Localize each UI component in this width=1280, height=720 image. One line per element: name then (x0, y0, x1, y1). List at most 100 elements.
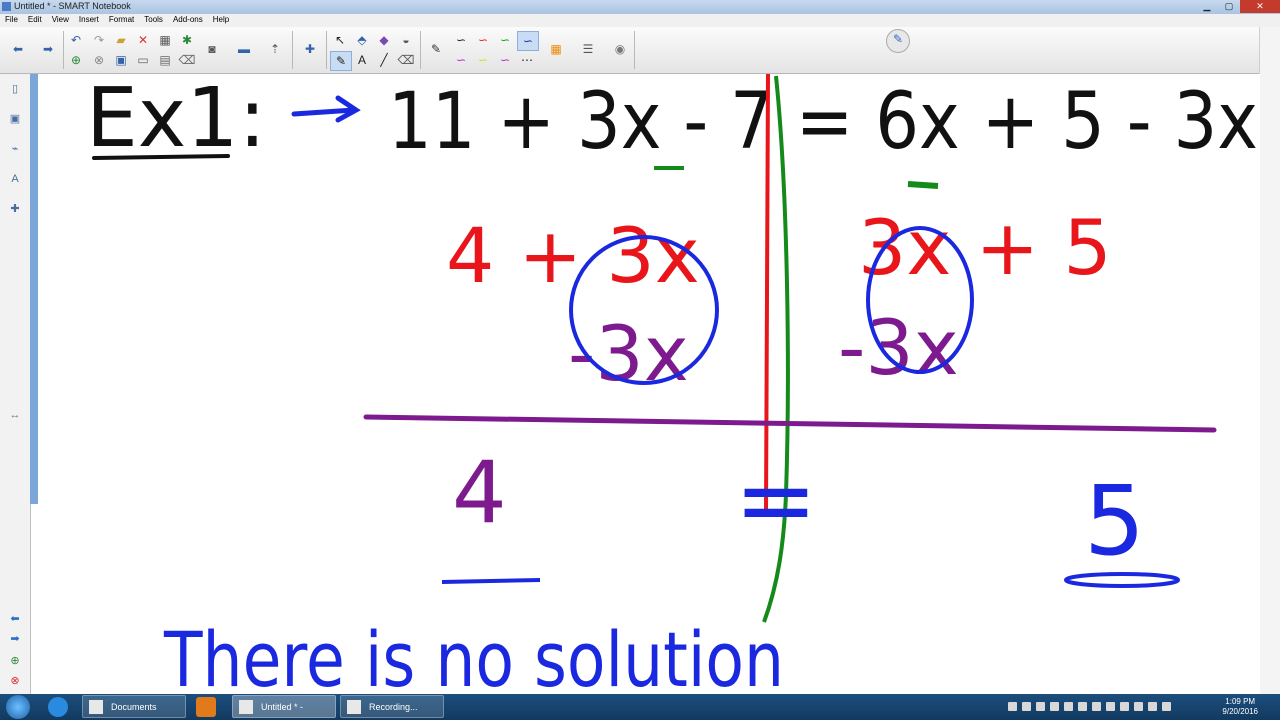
transparency-icon[interactable]: ◉ (610, 40, 630, 58)
properties-icon[interactable]: A (6, 170, 24, 188)
app-icon (2, 2, 11, 11)
example-underline (92, 154, 230, 160)
pen-magenta-icon[interactable]: ∽ (451, 51, 471, 69)
internet-explorer-icon[interactable] (48, 697, 68, 717)
pen-type-icon[interactable]: ✎ (426, 40, 446, 58)
fill-icon[interactable]: ◒ (396, 31, 416, 49)
display-icon[interactable]: ▬ (234, 40, 254, 58)
toolbar: ⬅ ➡ ↶ ↷ ▰ ✕ ▦ ✱ ⊕ ⊗ ▣ ▭ ▤ ⌫ ◙ ▬ ⇡ ✚ ↖ ⬘ … (0, 27, 1280, 74)
screen-shade-icon[interactable]: ▤ (155, 51, 175, 69)
menu-help[interactable]: Help (208, 14, 234, 27)
pens-icon[interactable]: ✎ (330, 51, 352, 71)
system-tray: 1:09 PM 9/20/2016 (1000, 694, 1280, 720)
text-icon[interactable]: A (352, 51, 372, 69)
line-icon[interactable]: ╱ (374, 51, 394, 69)
recorder-icon (347, 700, 361, 714)
close-icon[interactable]: ✕ (1240, 0, 1280, 13)
delete-page-icon[interactable]: ⊗ (89, 51, 109, 69)
redo-icon[interactable]: ↷ (89, 31, 109, 49)
tray-network-icon[interactable] (1134, 702, 1143, 711)
capture-icon[interactable]: ◙ (202, 40, 222, 58)
menu-format[interactable]: Format (104, 14, 139, 27)
open-folder-icon[interactable]: ▰ (111, 31, 131, 49)
addon-icon[interactable]: ✱ (177, 31, 197, 49)
start-button-icon[interactable] (6, 695, 30, 719)
pen-blue-icon[interactable]: ∽ (517, 31, 539, 51)
select-icon[interactable]: ↖ (330, 31, 350, 49)
menu-view[interactable]: View (47, 14, 74, 27)
whiteboard-canvas[interactable]: Ex1: 11 + 3x - 7 = 6x + 5 - 3x 4 + 3x -3… (38, 71, 1260, 704)
shape-pen-icon[interactable]: ⬘ (352, 31, 372, 49)
right-result-underline (1064, 572, 1180, 588)
tray-network-tools-icon[interactable] (1078, 702, 1087, 711)
task-documents[interactable]: Documents (82, 695, 186, 718)
tray-battery-icon[interactable] (1162, 702, 1171, 711)
table-icon[interactable]: ▦ (155, 31, 175, 49)
taskbar: Documents Untitled * - SMAR... Recording… (0, 694, 1280, 720)
pen-pink-icon[interactable]: ∽ (495, 51, 515, 69)
next-page-icon[interactable]: ➡ (6, 630, 24, 648)
menu-edit[interactable]: Edit (23, 14, 47, 27)
clear-ink-icon[interactable]: ⌫ (177, 51, 197, 69)
clock-date: 9/20/2016 (1222, 707, 1258, 716)
maximize-icon[interactable]: ▢ (1218, 0, 1240, 13)
color-palette-icon[interactable]: ▦ (546, 40, 566, 58)
right-step-two: -3x (838, 303, 959, 392)
side-tabs: ▯ ▣ ⌁ A ✚ ↔ ⬅ ➡ ⊕ ⊗ (0, 74, 31, 694)
clock[interactable]: 1:09 PM 9/20/2016 (1222, 697, 1258, 717)
attachments-icon[interactable]: ⌁ (6, 140, 24, 158)
add-page-side-icon[interactable]: ⊕ (6, 652, 24, 670)
back-arrow-icon[interactable]: ⬅ (8, 40, 28, 58)
menu-addons[interactable]: Add-ons (168, 14, 208, 27)
prev-page-icon[interactable]: ⬅ (6, 610, 24, 628)
delete-page-side-icon[interactable]: ⊗ (6, 672, 24, 690)
green-mark-right (907, 181, 939, 189)
pen-green-icon[interactable]: ∽ (495, 31, 515, 49)
forward-arrow-icon[interactable]: ➡ (38, 40, 58, 58)
vertical-scrollbar[interactable] (30, 74, 38, 504)
pen-properties-icon[interactable]: ✎ (886, 29, 910, 53)
tray-smart-icon[interactable] (1036, 702, 1045, 711)
page-sorter-icon[interactable]: ▯ (6, 80, 24, 98)
save-icon[interactable]: ▣ (111, 51, 131, 69)
activity-icon[interactable]: ✚ (300, 40, 320, 58)
undo-icon[interactable]: ↶ (66, 31, 86, 49)
document-camera-icon[interactable]: ⇡ (265, 40, 285, 58)
paste-icon[interactable]: ▭ (133, 51, 153, 69)
pen-dashed-icon[interactable]: ⋯ (517, 51, 537, 69)
resize-handle-icon[interactable]: ↔ (6, 406, 24, 424)
pen-black-icon[interactable]: ∽ (451, 31, 471, 49)
window-controls: ▁ ▢ ✕ (1196, 0, 1280, 14)
original-equation: 11 + 3x - 7 = 6x + 5 - 3x (388, 77, 1258, 167)
gallery-icon[interactable]: ▣ (6, 110, 24, 128)
menu-bar: File Edit View Insert Format Tools Add-o… (0, 14, 1280, 27)
line-style-icon[interactable]: ☰ (578, 40, 598, 58)
pen-red-icon[interactable]: ∽ (473, 31, 493, 49)
addons-icon[interactable]: ✚ (6, 200, 24, 218)
task-smart-notebook[interactable]: Untitled * - SMAR... (232, 695, 336, 718)
add-page-icon[interactable]: ⊕ (66, 51, 86, 69)
tray-app-icon[interactable] (1022, 702, 1031, 711)
tray-volume-icon[interactable] (1148, 702, 1157, 711)
arrow-stroke (291, 95, 361, 123)
pen-yellow-icon[interactable]: ∽ (473, 51, 493, 69)
tray-update-icon[interactable] (1050, 702, 1059, 711)
left-result-underline (441, 578, 541, 584)
left-result: 4 (452, 443, 507, 543)
tray-display-icon[interactable] (1092, 702, 1101, 711)
tray-antivirus-icon[interactable] (1106, 702, 1115, 711)
eraser-icon[interactable]: ◆ (374, 31, 394, 49)
delete-icon[interactable]: ✕ (133, 31, 153, 49)
menu-tools[interactable]: Tools (139, 14, 168, 27)
menu-insert[interactable]: Insert (74, 14, 104, 27)
menu-file[interactable]: File (0, 14, 23, 27)
media-player-icon[interactable] (196, 697, 216, 717)
eraser-tool-icon[interactable]: ⌫ (396, 51, 416, 69)
task-recording[interactable]: Recording... (340, 695, 444, 718)
clock-time: 1:09 PM (1225, 697, 1256, 706)
tray-shield-icon[interactable] (1008, 702, 1017, 711)
tray-flag-icon[interactable] (1120, 702, 1129, 711)
example-label: Ex1: (86, 74, 266, 166)
tray-java-icon[interactable] (1064, 702, 1073, 711)
minimize-icon[interactable]: ▁ (1196, 0, 1218, 13)
